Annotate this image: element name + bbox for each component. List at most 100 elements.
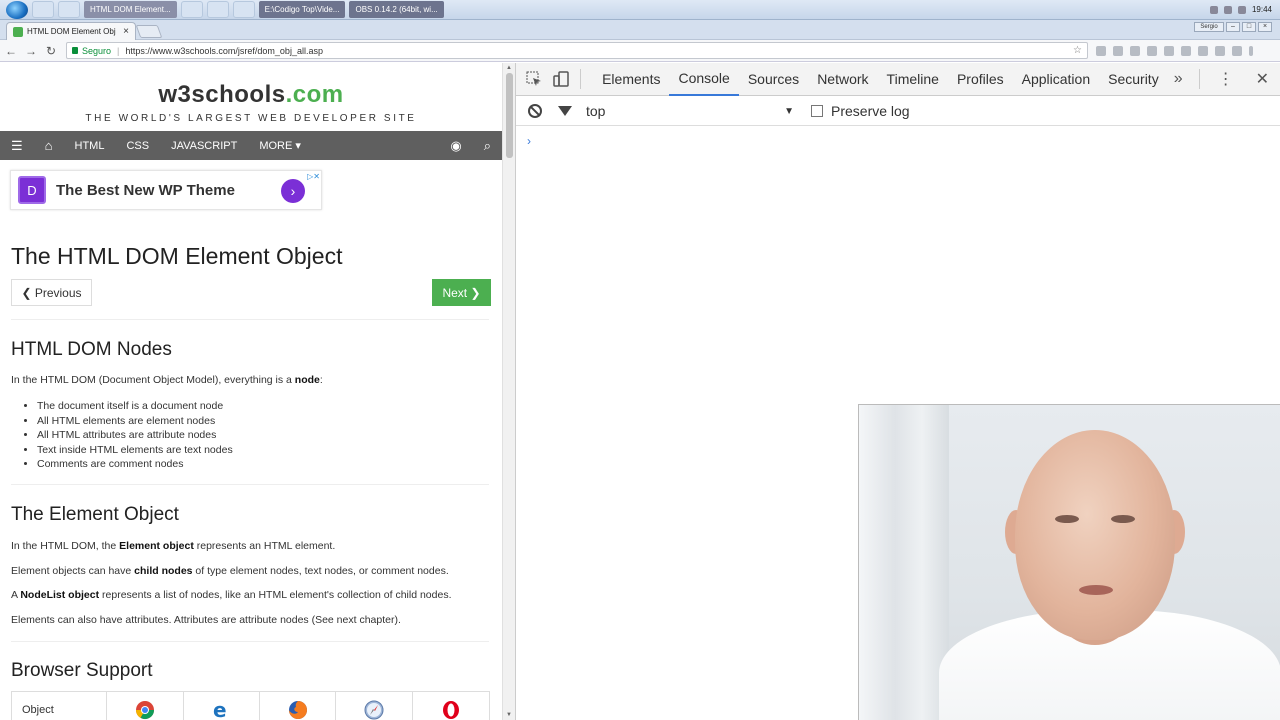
extension-icon[interactable] (1232, 45, 1242, 56)
separator: | (117, 45, 120, 56)
tray-icon[interactable] (1237, 5, 1246, 14)
scroll-up-arrow-icon[interactable]: ▲ (506, 65, 512, 71)
taskbar-app-icon[interactable] (58, 1, 80, 18)
chrome-menu-icon[interactable] (1249, 45, 1253, 56)
divi-logo-icon: D (18, 176, 46, 204)
tab-console[interactable]: Console (669, 63, 739, 96)
scroll-thumb[interactable] (506, 73, 513, 158)
adchoices-close-icon[interactable]: ▷✕ (307, 172, 320, 181)
taskbar-app-icon[interactable] (232, 1, 255, 18)
home-icon[interactable]: ⌂ (34, 131, 64, 160)
tray-icon[interactable] (1223, 5, 1232, 14)
maximize-button[interactable]: □ (1242, 22, 1256, 32)
tagline: THE WORLD'S LARGEST WEB DEVELOPER SITE (85, 113, 417, 124)
context-selector[interactable]: top ▼ (586, 103, 794, 119)
extension-icon[interactable] (1181, 45, 1191, 56)
close-devtools-icon[interactable]: ✕ (1250, 69, 1275, 89)
browser-tab[interactable]: HTML DOM Element Obj × (6, 22, 136, 40)
preserve-log-toggle[interactable]: Preserve log (811, 103, 910, 119)
preserve-log-checkbox[interactable] (811, 105, 823, 117)
tab-close-icon[interactable]: × (123, 26, 129, 37)
clock[interactable]: 19:44 (1252, 5, 1272, 14)
extension-icon[interactable] (1130, 45, 1140, 56)
url-text[interactable]: https://www.w3schools.com/jsref/dom_obj_… (125, 46, 323, 56)
tab-sources[interactable]: Sources (739, 63, 808, 96)
webcam-overlay (858, 404, 1280, 720)
taskbar-app-icon[interactable] (32, 1, 54, 18)
ad-arrow-icon[interactable]: › (281, 179, 305, 203)
page-scrollbar[interactable]: ▲ ▼ (502, 63, 515, 720)
list-item: Comments are comment nodes (37, 457, 233, 472)
svg-text:e: e (213, 700, 227, 720)
tab-elements[interactable]: Elements (593, 63, 669, 96)
devtools-menu-icon[interactable]: ⋮ (1212, 69, 1240, 89)
tab-application[interactable]: Application (1013, 63, 1100, 96)
divider (11, 484, 489, 485)
console-prompt-icon[interactable]: › (527, 134, 531, 148)
taskbar-task-chrome[interactable]: HTML DOM Element... (84, 1, 177, 18)
globe-icon[interactable]: ◉ (439, 131, 472, 160)
search-icon[interactable]: ⌕ (473, 131, 502, 160)
reload-icon[interactable]: ↻ (42, 44, 60, 58)
extension-icon[interactable] (1096, 45, 1106, 56)
context-value: top (586, 103, 606, 119)
forward-arrow-icon[interactable]: → (22, 44, 40, 58)
device-toolbar-icon[interactable] (551, 68, 570, 90)
bookmark-star-icon[interactable]: ☆ (1073, 45, 1082, 56)
browser-toolbar: ← → ↻ Seguro | https://www.w3schools.com… (0, 40, 1280, 62)
web-page: w3schools.com THE WORLD'S LARGEST WEB DE… (0, 63, 502, 720)
webcam-person-eye (1055, 515, 1079, 523)
minimize-button[interactable]: – (1226, 22, 1240, 32)
extension-icon[interactable] (1113, 45, 1123, 56)
chrome-icon (107, 692, 184, 720)
paragraph: In the HTML DOM, the Element object repr… (11, 540, 336, 552)
toolbar-separator (1198, 69, 1200, 89)
extension-icon[interactable] (1147, 45, 1157, 56)
webcam-background (859, 405, 949, 720)
list-item: Text inside HTML elements are text nodes (37, 443, 233, 458)
inspect-element-icon[interactable] (524, 68, 543, 90)
list-item: The document itself is a document node (37, 399, 233, 414)
close-window-button[interactable]: × (1258, 22, 1272, 32)
nav-javascript[interactable]: JAVASCRIPT (160, 131, 248, 160)
logo-main: w3schools (158, 81, 286, 108)
previous-button[interactable]: ❮ Previous (11, 279, 92, 306)
nav-html[interactable]: HTML (64, 131, 116, 160)
extension-icon[interactable] (1164, 45, 1174, 56)
ad-text[interactable]: The Best New WP Theme (56, 182, 235, 199)
address-bar[interactable]: Seguro | https://www.w3schools.com/jsref… (66, 42, 1088, 59)
more-tabs-icon[interactable]: » (1168, 70, 1189, 88)
back-arrow-icon[interactable]: ← (2, 44, 20, 58)
ad-banner[interactable]: D The Best New WP Theme › ▷✕ (10, 170, 322, 210)
taskbar-task-obs[interactable]: OBS 0.14.2 (64bit, wi... (349, 1, 444, 18)
taskbar-task-explorer[interactable]: E:\Codigo Top\Vide... (258, 1, 346, 18)
scroll-down-arrow-icon[interactable]: ▼ (506, 712, 512, 718)
tab-profiles[interactable]: Profiles (948, 63, 1013, 96)
taskbar-app-icon[interactable] (206, 1, 229, 18)
extension-icon[interactable] (1215, 45, 1225, 56)
tray-icon[interactable] (1209, 5, 1218, 14)
hamburger-menu-icon[interactable]: ☰ (0, 131, 34, 160)
webcam-person-eye (1111, 515, 1135, 523)
extension-icon[interactable] (1198, 45, 1208, 56)
tab-security[interactable]: Security (1099, 63, 1168, 96)
next-button[interactable]: Next ❯ (432, 279, 491, 306)
clear-console-icon[interactable] (528, 104, 542, 118)
start-button[interactable] (6, 0, 28, 19)
nav-css[interactable]: CSS (115, 131, 160, 160)
tab-timeline[interactable]: Timeline (878, 63, 948, 96)
new-tab-button[interactable] (135, 25, 163, 38)
console-toolbar: top ▼ Preserve log (516, 97, 1280, 126)
w3schools-logo[interactable]: w3schools.com (0, 81, 502, 109)
firefox-icon (260, 692, 337, 720)
tab-network[interactable]: Network (808, 63, 877, 96)
taskbar-app-icon[interactable] (180, 1, 203, 18)
paragraph: Elements can also have attributes. Attri… (11, 614, 401, 626)
opera-icon (413, 692, 489, 720)
paragraph: A NodeList object represents a list of n… (11, 589, 452, 601)
divider (11, 319, 489, 320)
nav-more[interactable]: MORE ▾ (248, 131, 312, 160)
filter-icon[interactable] (558, 106, 572, 116)
profile-chip[interactable]: Sergio (1194, 22, 1224, 32)
paragraph: Element objects can have child nodes of … (11, 565, 449, 577)
